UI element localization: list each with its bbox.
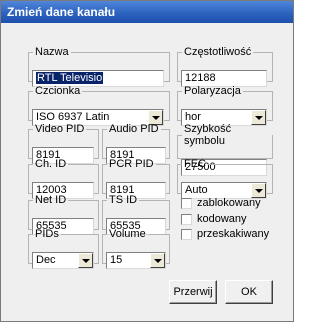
kodowany-label: kodowany — [197, 213, 247, 225]
net-id-group: Net ID 65535 — [28, 194, 99, 235]
checkbox-box[interactable] — [181, 198, 192, 209]
czcionka-group: Czcionka ISO 6937 Latin — [28, 85, 170, 126]
ts-id-group: TS ID 65535 — [102, 194, 170, 235]
czcionka-label: Czcionka — [35, 85, 81, 97]
ch-id-group: Ch. ID 12003 — [28, 158, 99, 199]
polaryzacja-label: Polaryzacja — [184, 85, 241, 97]
przerwij-button[interactable]: Przerwij — [169, 280, 217, 304]
czestotliwosc-group: Częstotliwość 12188 — [177, 46, 273, 87]
pids-select[interactable]: Dec — [32, 252, 94, 269]
nazwa-label: Nazwa — [35, 46, 69, 58]
szybkosc-group: Szybkość symbolu 27500 — [177, 123, 273, 176]
pcr-pid-group: PCR PID 8191 — [102, 158, 170, 199]
dialog-title: Zmień dane kanału — [7, 5, 116, 19]
nazwa-group: Nazwa RTL Televisio — [28, 46, 170, 87]
checkbox-box[interactable] — [181, 214, 192, 225]
audio-pid-label: Audio PID — [109, 123, 159, 135]
fec-label: FEC — [184, 158, 206, 170]
chevron-down-icon[interactable] — [150, 253, 165, 268]
volume-label: Volume — [109, 228, 146, 240]
checkbox-box[interactable] — [181, 229, 192, 240]
polaryzacja-group: Polaryzacja hor — [177, 85, 273, 126]
pids-label: PIDs — [35, 228, 59, 240]
czestotliwosc-label: Częstotliwość — [184, 46, 252, 58]
zablokowany-label: zablokowany — [197, 197, 261, 209]
video-pid-group: Video PID 8191 — [28, 123, 99, 164]
volume-group: Volume 15 — [102, 228, 170, 269]
volume-select[interactable]: 15 — [106, 252, 166, 269]
channel-edit-dialog: Zmień dane kanału Nazwa RTL Televisio Cz… — [0, 0, 294, 322]
title-bar: Zmień dane kanału — [1, 1, 293, 23]
ts-id-label: TS ID — [109, 194, 138, 206]
ok-button[interactable]: OK — [225, 280, 273, 304]
szybkosc-label: Szybkość symbolu — [184, 123, 232, 147]
fec-group: FEC Auto — [177, 158, 273, 199]
chevron-down-icon[interactable] — [78, 253, 93, 268]
audio-pid-group: Audio PID 8191 — [102, 123, 170, 164]
net-id-label: Net ID — [35, 194, 67, 206]
ch-id-label: Ch. ID — [35, 158, 67, 170]
pids-group: PIDs Dec — [28, 228, 99, 269]
przeskakiwany-label: przeskakiwany — [197, 228, 270, 240]
video-pid-label: Video PID — [35, 123, 85, 135]
chevron-down-icon[interactable] — [251, 183, 266, 198]
pcr-pid-label: PCR PID — [109, 158, 154, 170]
